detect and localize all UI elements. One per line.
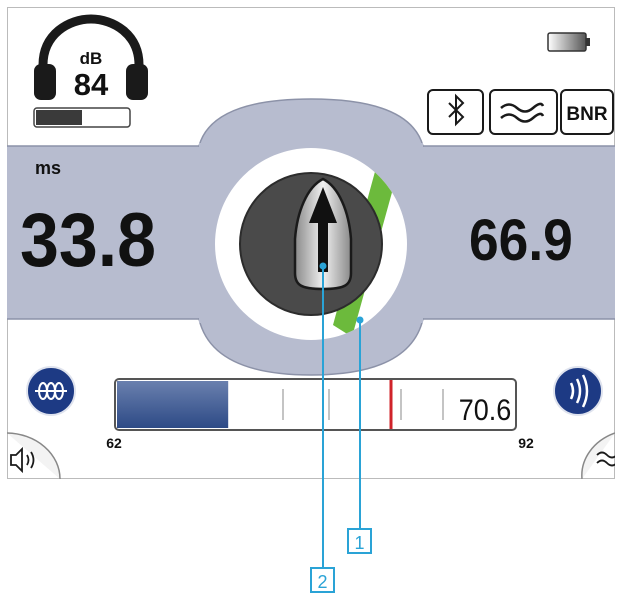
callout-2: 2 bbox=[310, 567, 335, 593]
callout-1: 1 bbox=[347, 528, 372, 554]
callout-leaders bbox=[319, 262, 364, 568]
